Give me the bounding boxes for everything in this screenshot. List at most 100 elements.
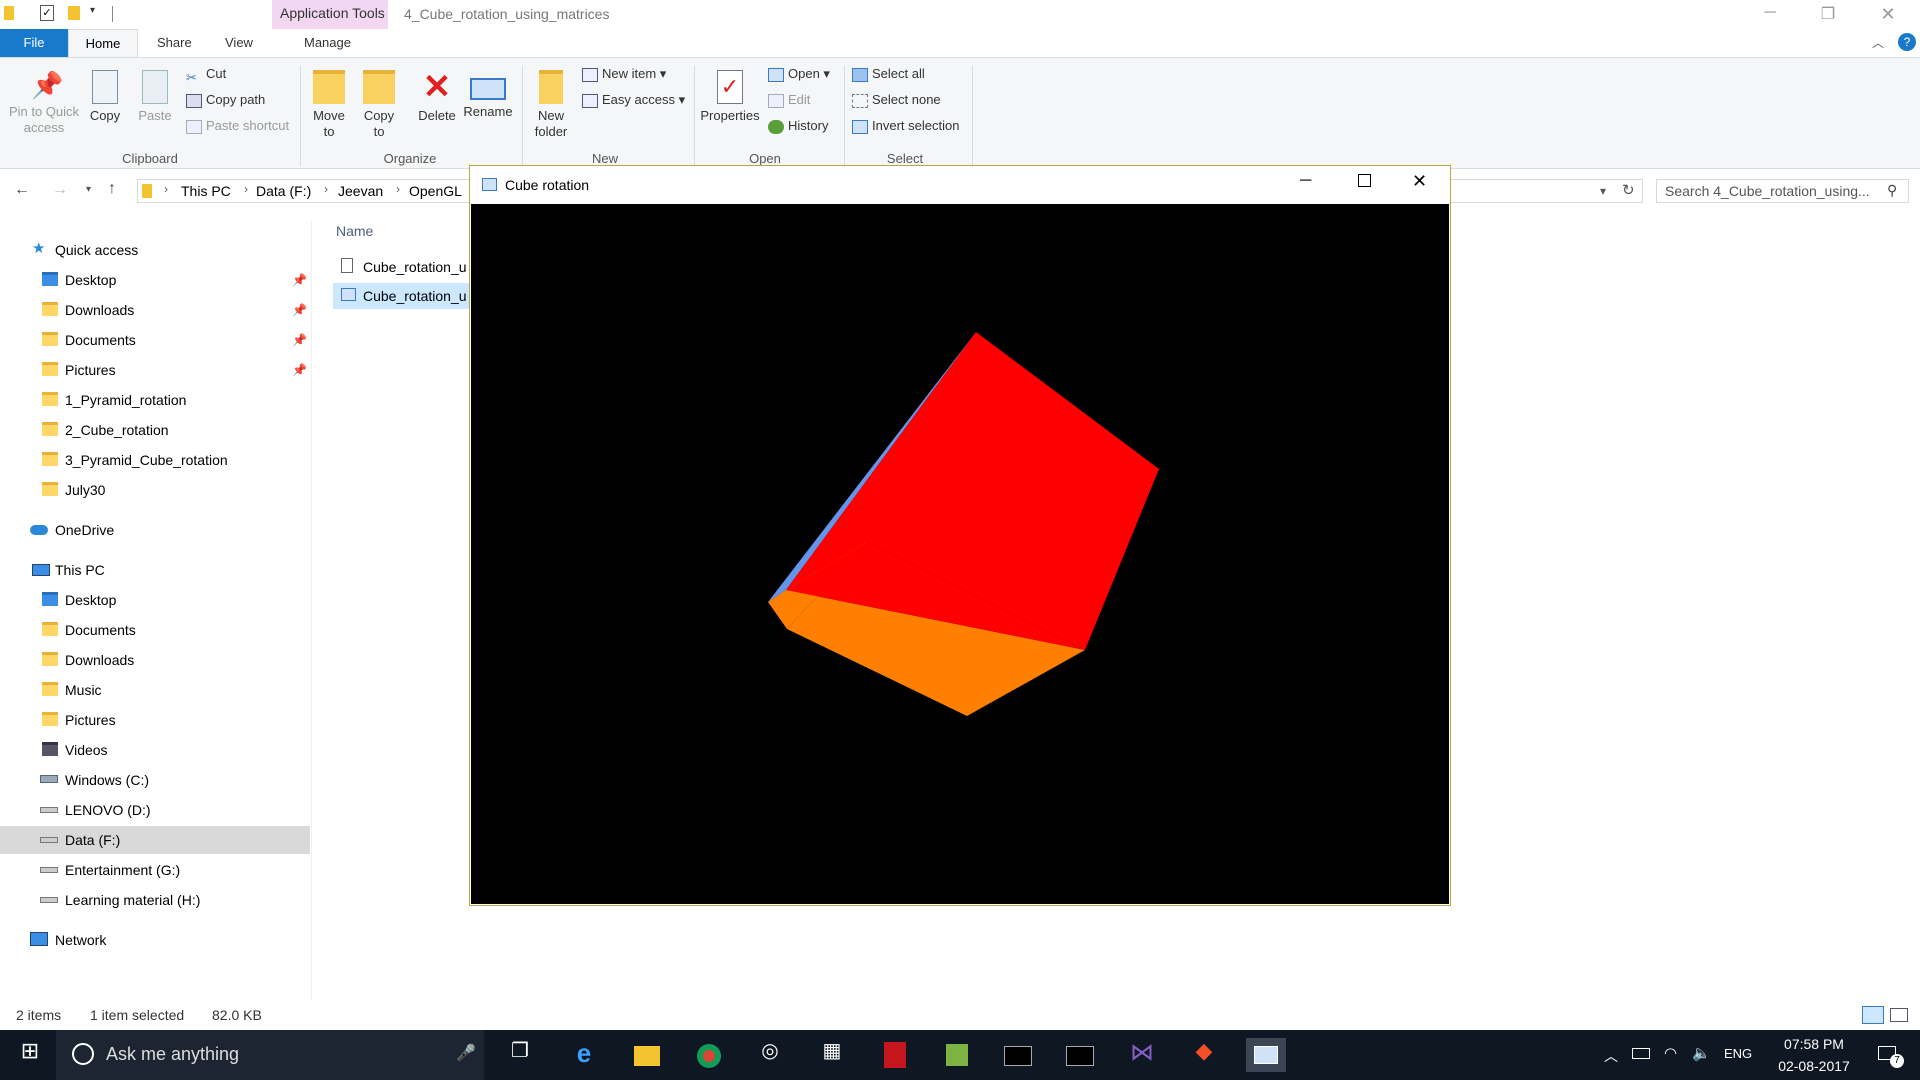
breadcrumb-opengl[interactable]: OpenGL	[409, 183, 462, 199]
list-item[interactable]: Cube_rotation_u	[333, 283, 473, 309]
acrobat-reader-icon[interactable]	[874, 1038, 914, 1072]
breadcrumb-separator-icon[interactable]: ›	[324, 182, 328, 196]
tab-view[interactable]: View	[225, 35, 253, 50]
cube-window-title-bar[interactable]: Cube rotation ─ ✕	[470, 166, 1450, 204]
new-item-button[interactable]: New item ▾	[582, 64, 666, 84]
nav-pc-documents[interactable]: Documents	[0, 616, 310, 644]
close-icon[interactable]: ✕	[1412, 171, 1427, 192]
paste-button[interactable]: Paste	[134, 70, 176, 124]
back-arrow-icon[interactable]: ←	[14, 181, 30, 199]
edge-browser-icon[interactable]: e	[564, 1038, 604, 1072]
invert-selection-button[interactable]: Invert selection	[852, 116, 959, 136]
close-icon[interactable]: ✕	[1868, 4, 1908, 25]
breadcrumb-separator-icon[interactable]: ›	[244, 182, 248, 196]
opengl-canvas[interactable]	[471, 204, 1449, 904]
nav-item-pyramid-cube-rotation[interactable]: 3_Pyramid_Cube_rotation	[0, 446, 310, 474]
nav-item-downloads[interactable]: Downloads 📌	[0, 296, 310, 324]
visual-studio-icon[interactable]: ⋈	[1122, 1038, 1162, 1072]
git-icon[interactable]: ◆	[1184, 1038, 1224, 1072]
address-dropdown-icon[interactable]: ▾	[1600, 184, 1606, 198]
collapse-ribbon-icon[interactable]: ︿	[1872, 34, 1884, 51]
cut-button[interactable]: ✂ Cut	[186, 64, 226, 85]
nav-item-cube-rotation[interactable]: 2_Cube_rotation	[0, 416, 310, 444]
nav-drive-d[interactable]: LENOVO (D:)	[0, 796, 310, 824]
nav-quick-access[interactable]: ★ Quick access	[0, 236, 310, 264]
restore-icon[interactable]: ❐	[1808, 4, 1848, 24]
tab-file[interactable]: File	[0, 29, 68, 57]
command-prompt-icon[interactable]	[1060, 1038, 1100, 1072]
microphone-icon[interactable]: 🎤	[456, 1043, 476, 1063]
column-header-name[interactable]: Name	[336, 223, 373, 239]
breadcrumb-separator-icon[interactable]: ›	[164, 182, 168, 196]
breadcrumb-jeevan[interactable]: Jeevan	[338, 183, 383, 199]
calculator-icon[interactable]: ▦	[812, 1038, 852, 1072]
volume-icon[interactable]: 🔈	[1692, 1044, 1711, 1062]
nav-item-july30[interactable]: July30	[0, 476, 310, 504]
nav-item-pictures[interactable]: Pictures 📌	[0, 356, 310, 384]
pin-to-quick-access-button[interactable]: 📌 Pin to Quick access	[6, 70, 82, 136]
properties-button[interactable]: ✓ Properties	[698, 70, 762, 124]
pin-icon[interactable]: 📌	[292, 356, 307, 384]
pin-icon[interactable]: 📌	[292, 296, 307, 324]
easy-access-button[interactable]: Easy access ▾	[582, 90, 685, 110]
customize-toolbar-icon[interactable]: ▾	[90, 5, 95, 16]
refresh-icon[interactable]: ↻	[1622, 181, 1635, 199]
new-folder-button[interactable]: New folder	[528, 70, 574, 140]
nav-drive-f[interactable]: Data (F:)	[0, 826, 310, 854]
cortana-search-box[interactable]: Ask me anything 🎤	[56, 1030, 484, 1080]
breadcrumb-separator-icon[interactable]: ›	[396, 182, 400, 196]
pin-icon[interactable]: 📌	[292, 266, 307, 294]
paste-shortcut-button[interactable]: Paste shortcut	[186, 116, 289, 136]
nav-drive-h[interactable]: Learning material (H:)	[0, 886, 310, 914]
action-center-icon[interactable]: 7	[1874, 1040, 1904, 1070]
wifi-icon[interactable]: ◠	[1664, 1044, 1677, 1062]
list-item[interactable]: Cube_rotation_u	[333, 254, 473, 280]
forward-arrow-icon[interactable]: →	[52, 181, 68, 199]
tab-share[interactable]: Share	[157, 35, 192, 50]
pin-icon[interactable]: 📌	[292, 326, 307, 354]
new-folder-quick-icon[interactable]	[68, 6, 80, 20]
minimize-icon[interactable]: ─	[1750, 4, 1790, 22]
rename-button[interactable]: Rename	[462, 70, 514, 120]
up-arrow-icon[interactable]: ↑	[108, 180, 116, 198]
nav-pc-music[interactable]: Music	[0, 676, 310, 704]
file-explorer-icon[interactable]	[626, 1038, 666, 1072]
command-prompt-icon[interactable]	[998, 1038, 1038, 1072]
nav-pc-desktop[interactable]: Desktop	[0, 586, 310, 614]
edit-button[interactable]: Edit	[768, 90, 810, 110]
nav-item-desktop[interactable]: Desktop 📌	[0, 266, 310, 294]
clock-date[interactable]: 02-08-2017	[1766, 1058, 1862, 1074]
move-to-button[interactable]: Move to	[308, 70, 350, 140]
help-icon[interactable]: ?	[1898, 33, 1916, 51]
chrome-icon[interactable]	[688, 1038, 728, 1072]
copy-to-button[interactable]: Copy to	[358, 70, 400, 140]
search-input[interactable]: Search 4_Cube_rotation_using... ⚲	[1656, 179, 1909, 203]
breadcrumb-data-f[interactable]: Data (F:)	[256, 183, 311, 199]
nav-item-pyramid-rotation[interactable]: 1_Pyramid_rotation	[0, 386, 310, 414]
properties-quick-icon[interactable]: ✓	[40, 5, 54, 21]
nav-onedrive[interactable]: OneDrive	[0, 516, 310, 544]
cube-rotation-app-icon[interactable]	[1246, 1038, 1286, 1072]
maximize-icon[interactable]	[1358, 174, 1371, 187]
minimize-icon[interactable]: ─	[1300, 172, 1311, 190]
large-icons-view-icon[interactable]	[1890, 1008, 1908, 1022]
show-hidden-icons-icon[interactable]: ︿	[1604, 1046, 1618, 1066]
music-app-icon[interactable]: ◎	[750, 1038, 790, 1072]
nav-item-documents[interactable]: Documents 📌	[0, 326, 310, 354]
recent-locations-icon[interactable]: ▾	[86, 184, 91, 195]
breadcrumb-this-pc[interactable]: This PC	[181, 183, 231, 199]
history-button[interactable]: History	[768, 116, 828, 136]
copy-button[interactable]: Copy	[84, 70, 126, 124]
windows-start-icon[interactable]: ⊞	[10, 1038, 50, 1072]
select-none-button[interactable]: Select none	[852, 90, 941, 110]
nav-pc-downloads[interactable]: Downloads	[0, 646, 310, 674]
photo-viewer-icon[interactable]	[936, 1038, 976, 1072]
battery-icon[interactable]	[1632, 1048, 1650, 1059]
language-indicator[interactable]: ENG	[1724, 1046, 1752, 1061]
copy-path-button[interactable]: Copy path	[186, 90, 265, 110]
tab-home[interactable]: Home	[68, 29, 138, 58]
nav-network[interactable]: Network	[0, 926, 310, 954]
nav-this-pc[interactable]: This PC	[0, 556, 310, 584]
nav-drive-c[interactable]: Windows (C:)	[0, 766, 310, 794]
select-all-button[interactable]: Select all	[852, 64, 925, 84]
